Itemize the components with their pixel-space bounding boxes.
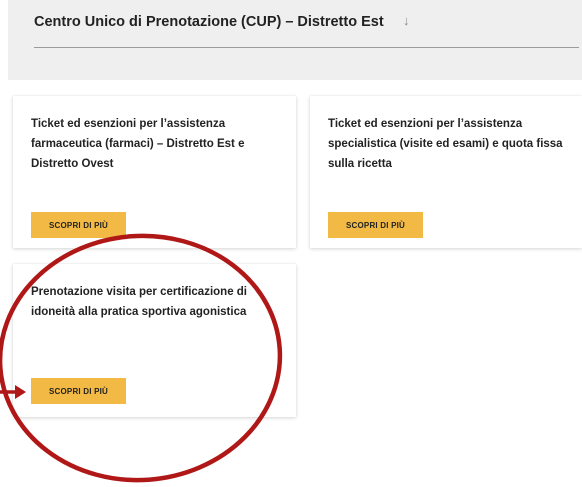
cup-section-title[interactable]: Centro Unico di Prenotazione (CUP) – Dis… — [34, 14, 384, 30]
card-prenotazione-visita-sportiva: Prenotazione visita per certificazione d… — [13, 264, 296, 417]
scopri-di-piu-button[interactable]: SCOPRI DI PIÙ — [328, 212, 423, 238]
header-divider — [34, 47, 579, 48]
cup-section-header: Centro Unico di Prenotazione (CUP) – Dis… — [8, 0, 582, 80]
card-ticket-farmaceutica: Ticket ed esenzioni per l’assistenza far… — [13, 96, 296, 248]
card-title: Prenotazione visita per certificazione d… — [31, 286, 248, 318]
card-ticket-specialistica: Ticket ed esenzioni per l’assistenza spe… — [310, 96, 582, 248]
card-title: Ticket ed esenzioni per l’assistenza far… — [31, 118, 245, 170]
scopri-di-piu-button[interactable]: SCOPRI DI PIÙ — [31, 212, 126, 238]
arrow-down-icon[interactable]: ↓ — [403, 13, 410, 28]
card-title: Ticket ed esenzioni per l’assistenza spe… — [328, 118, 563, 170]
scopri-di-piu-button[interactable]: SCOPRI DI PIÙ — [31, 378, 126, 404]
